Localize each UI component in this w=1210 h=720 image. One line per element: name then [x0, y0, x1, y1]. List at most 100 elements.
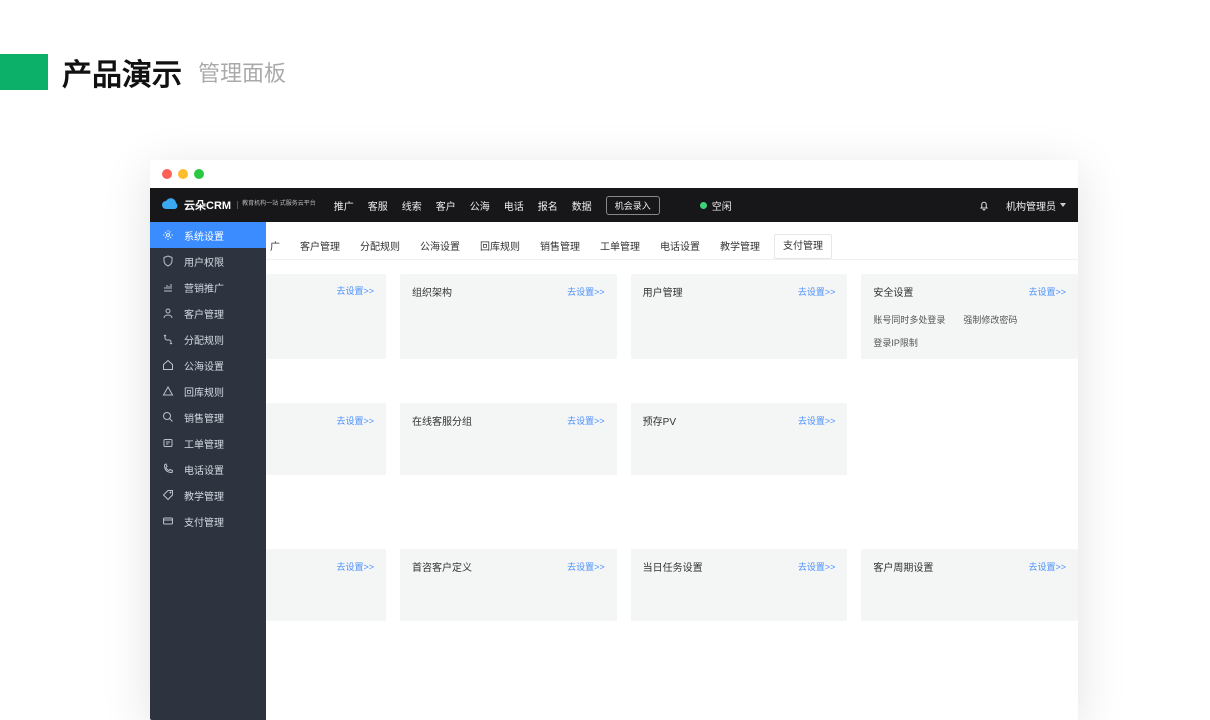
content-area: 广客户管理分配规则公海设置回库规则销售管理工单管理电话设置教学管理支付管理 去设… [266, 222, 1078, 720]
cloud-icon [162, 197, 178, 213]
phone-icon [162, 463, 174, 475]
sidebar-item[interactable]: 支付管理 [150, 508, 266, 534]
topnav-item[interactable]: 电话 [504, 198, 524, 213]
card-tag: 登录IP限制 [873, 336, 918, 349]
settings-icon [162, 229, 174, 241]
tab-partial[interactable]: 广 [266, 234, 290, 259]
accent-block [0, 54, 48, 90]
sidebar-item-label: 回库规则 [184, 384, 224, 399]
branch-icon [162, 333, 174, 345]
tab[interactable]: 电话设置 [650, 234, 710, 259]
go-settings-link[interactable]: 去设置>> [1029, 285, 1067, 298]
logo-text: 云朵CRM [184, 197, 231, 213]
go-settings-link[interactable]: 去设置>> [798, 414, 836, 427]
tab[interactable]: 客户管理 [290, 234, 350, 259]
go-settings-link[interactable]: 去设置>> [567, 414, 605, 427]
shield-icon [162, 255, 174, 267]
sidebar-item[interactable]: 教学管理 [150, 482, 266, 508]
logo-subtext: 教育机构一站 式服务云平台 [237, 201, 316, 208]
tag-icon [162, 489, 174, 501]
go-settings-link[interactable]: 去设置>> [567, 285, 605, 298]
settings-card: 当日任务设置 去设置>> [631, 549, 848, 621]
triangle-icon [162, 385, 174, 397]
card-title: 安全设置 [873, 284, 913, 299]
sidebar-item-label: 客户管理 [184, 306, 224, 321]
go-settings-link[interactable]: 去设置>> [336, 560, 374, 573]
go-settings-link[interactable]: 去设置>> [1029, 560, 1067, 573]
status-indicator[interactable]: 空闲 [700, 198, 732, 213]
minimize-icon[interactable] [178, 169, 188, 179]
sidebar-item-label: 系统设置 [184, 228, 224, 243]
settings-card: 安全设置去设置>>账号同时多处登录强制修改密码登录IP限制 [861, 274, 1078, 359]
sidebar-item-label: 支付管理 [184, 514, 224, 529]
topnav-item[interactable]: 公海 [470, 198, 490, 213]
topnav-item[interactable]: 线索 [402, 198, 422, 213]
tab[interactable]: 支付管理 [774, 234, 832, 259]
settings-card: 用户管理 去设置>> [631, 274, 848, 359]
sidebar-item-label: 电话设置 [184, 462, 224, 477]
tab[interactable]: 公海设置 [410, 234, 470, 259]
user-icon [162, 307, 174, 319]
topnav-item[interactable]: 报名 [538, 198, 558, 213]
card-title: 客户周期设置 [873, 559, 933, 574]
sidebar-item[interactable]: 销售管理 [150, 404, 266, 430]
status-label: 空闲 [712, 198, 732, 213]
mac-traffic-lights [150, 160, 1078, 188]
ticket-icon [162, 437, 174, 449]
sidebar-item-label: 分配规则 [184, 332, 224, 347]
sidebar-item[interactable]: 回库规则 [150, 378, 266, 404]
sidebar: 系统设置用户权限营销推广客户管理分配规则公海设置回库规则销售管理工单管理电话设置… [150, 222, 266, 720]
sidebar-item[interactable]: 系统设置 [150, 222, 266, 248]
page-header: 产品演示 管理面板 [0, 0, 1210, 94]
go-settings-link[interactable]: 去设置>> [336, 414, 374, 427]
sidebar-item[interactable]: 电话设置 [150, 456, 266, 482]
card-title: 用户管理 [643, 284, 683, 299]
card-title: 预存PV [643, 413, 676, 428]
topnav-item[interactable]: 推广 [334, 198, 354, 213]
go-settings-link[interactable]: 去设置>> [336, 284, 374, 297]
topnav-item[interactable]: 数据 [572, 198, 592, 213]
sidebar-item[interactable]: 公海设置 [150, 352, 266, 378]
sidebar-item-label: 公海设置 [184, 358, 224, 373]
page-title: 产品演示 [62, 50, 182, 94]
topnav-item[interactable]: 客服 [368, 198, 388, 213]
user-label: 机构管理员 [1006, 198, 1056, 213]
sidebar-item[interactable]: 分配规则 [150, 326, 266, 352]
chevron-down-icon [1060, 203, 1066, 207]
tab[interactable]: 回库规则 [470, 234, 530, 259]
card-title: 组织架构 [412, 284, 452, 299]
settings-card: 首咨客户定义去设置>> [400, 549, 617, 621]
tab[interactable]: 分配规则 [350, 234, 410, 259]
tab[interactable]: 销售管理 [530, 234, 590, 259]
settings-card: 去设置>> [266, 274, 386, 359]
topnav-item[interactable]: 客户 [436, 198, 456, 213]
tab[interactable]: 工单管理 [590, 234, 650, 259]
sales-icon [162, 411, 174, 423]
house-icon [162, 359, 174, 371]
page-subtitle: 管理面板 [198, 56, 286, 88]
maximize-icon[interactable] [194, 169, 204, 179]
sidebar-item[interactable]: 营销推广 [150, 274, 266, 300]
bell-icon[interactable] [978, 199, 990, 211]
logo[interactable]: 云朵CRM 教育机构一站 式服务云平台 [162, 197, 316, 213]
sidebar-item-label: 销售管理 [184, 410, 224, 425]
sidebar-item[interactable]: 工单管理 [150, 430, 266, 456]
card-tag: 账号同时多处登录 [873, 313, 945, 326]
sidebar-item[interactable]: 客户管理 [150, 300, 266, 326]
sidebar-item-label: 营销推广 [184, 280, 224, 295]
sidebar-item-label: 教学管理 [184, 488, 224, 503]
status-dot-icon [700, 202, 707, 209]
chart-icon [162, 281, 174, 293]
tab[interactable]: 教学管理 [710, 234, 770, 259]
settings-card: 置去设置>> [266, 403, 386, 475]
go-settings-link[interactable]: 去设置>> [798, 560, 836, 573]
record-button[interactable]: 机会录入 [606, 196, 660, 215]
go-settings-link[interactable]: 去设置>> [567, 560, 605, 573]
settings-card: 划去设置>> [266, 549, 386, 621]
card-title: 当日任务设置 [643, 559, 703, 574]
go-settings-link[interactable]: 去设置>> [798, 285, 836, 298]
user-dropdown[interactable]: 机构管理员 [1006, 198, 1066, 213]
settings-card: 预存PV 去设置>> [631, 403, 848, 475]
sidebar-item[interactable]: 用户权限 [150, 248, 266, 274]
close-icon[interactable] [162, 169, 172, 179]
